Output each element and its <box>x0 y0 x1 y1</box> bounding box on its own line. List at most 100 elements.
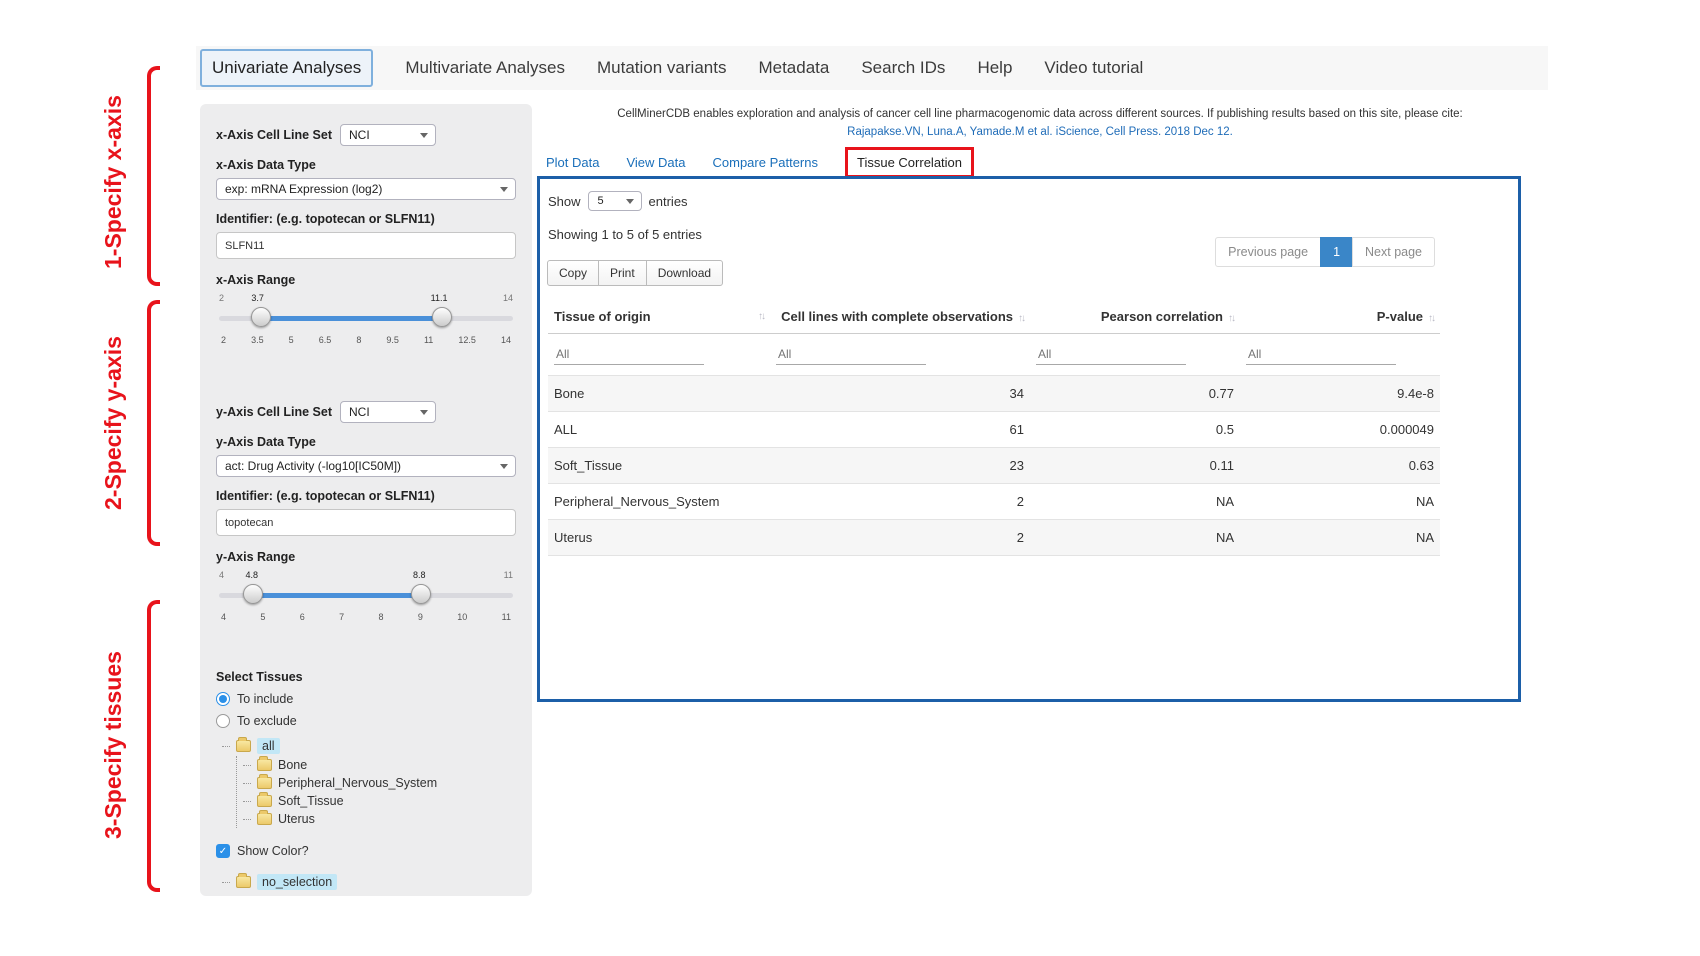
tab-view-data[interactable]: View Data <box>626 155 685 170</box>
cell-tissue: Peripheral_Nervous_System <box>548 484 770 520</box>
tab-compare-patterns[interactable]: Compare Patterns <box>713 155 819 170</box>
download-button[interactable]: Download <box>646 260 723 286</box>
x-range-ticks: 2 3.5 5 6.5 8 9.5 11 12.5 14 <box>221 335 511 345</box>
show-color-row[interactable]: Show Color? <box>216 844 516 858</box>
tree-node-peripheral-nervous-system[interactable]: Peripheral_Nervous_System <box>243 774 516 792</box>
cell-p-value: NA <box>1240 520 1440 556</box>
tree-node-no-selection[interactable]: no_selection <box>222 872 516 892</box>
sort-icon[interactable]: ↑↓ <box>758 311 764 322</box>
tick-label: 14 <box>501 335 511 345</box>
filter-pearson-input[interactable] <box>1036 344 1186 365</box>
col-header-tissue-of-origin[interactable]: Tissue of origin ↑↓ <box>548 300 770 334</box>
x-data-type-select[interactable]: exp: mRNA Expression (log2) <box>216 178 516 200</box>
y-range-handle-low[interactable] <box>243 584 263 604</box>
nav-tab-multivariate-analyses[interactable]: Multivariate Analyses <box>405 58 565 78</box>
tree-node-pns-label: Peripheral_Nervous_System <box>278 776 437 790</box>
col-header-pearson-correlation[interactable]: Pearson correlation ↑↓ <box>1030 300 1240 334</box>
table-row[interactable]: Soft_Tissue 23 0.11 0.63 <box>548 448 1440 484</box>
to-exclude-radio[interactable] <box>216 714 230 728</box>
sort-icon[interactable]: ↑↓ <box>1018 313 1024 324</box>
col-label: Tissue of origin <box>554 309 651 324</box>
cell-tissue: Bone <box>548 376 770 412</box>
col-header-cell-lines[interactable]: Cell lines with complete observations↑↓ <box>770 300 1030 334</box>
y-range-min-label: 4 <box>219 570 224 580</box>
tab-plot-data[interactable]: Plot Data <box>546 155 599 170</box>
cell-count: 2 <box>770 484 1030 520</box>
tree-node-all[interactable]: all <box>222 736 516 756</box>
slider-selected-bar[interactable] <box>253 593 421 598</box>
tick-label: 11 <box>424 335 433 345</box>
y-identifier-input[interactable] <box>216 509 516 536</box>
to-exclude-label: To exclude <box>237 714 297 728</box>
x-range-slider[interactable]: 2 14 3.7 11.1 2 3.5 5 6.5 8 9.5 11 12.5 … <box>219 293 513 355</box>
to-include-radio[interactable] <box>216 692 230 706</box>
x-identifier-input[interactable] <box>216 232 516 259</box>
nav-tab-metadata[interactable]: Metadata <box>758 58 829 78</box>
tick-label: 4 <box>221 612 226 622</box>
filter-tissue-input[interactable] <box>554 344 704 365</box>
tissue-correlation-table: Tissue of origin ↑↓ Cell lines with compl… <box>548 300 1440 556</box>
y-range-high-value: 8.8 <box>413 570 426 580</box>
x-cell-line-set-value: NCI <box>349 128 370 142</box>
annotation-step2-bracket <box>147 300 160 546</box>
sort-icon[interactable]: ↑↓ <box>1428 313 1434 324</box>
y-data-type-select[interactable]: act: Drug Activity (-log10[IC50M]) <box>216 455 516 477</box>
annotation-step3-bracket <box>147 600 160 892</box>
nav-tab-univariate-analyses[interactable]: Univariate Analyses <box>200 49 373 87</box>
tree-node-soft-tissue[interactable]: Soft_Tissue <box>243 792 516 810</box>
cell-pearson: 0.5 <box>1030 412 1240 448</box>
y-range-slider[interactable]: 4 11 4.8 8.8 4 5 6 7 8 9 10 11 <box>219 570 513 632</box>
nav-tab-video-tutorial[interactable]: Video tutorial <box>1044 58 1143 78</box>
page-1-button[interactable]: 1 <box>1320 237 1353 267</box>
filter-cell-lines-input[interactable] <box>776 344 926 365</box>
x-range-max-label: 14 <box>503 293 513 303</box>
x-cell-line-set-select[interactable]: NCI <box>340 124 436 146</box>
next-page-button[interactable]: Next page <box>1352 237 1435 267</box>
col-label: Pearson correlation <box>1101 309 1223 324</box>
chevron-down-icon <box>500 187 508 192</box>
filter-p-value-input[interactable] <box>1246 344 1396 365</box>
citation-link[interactable]: Rajapakse.VN, Luna.A, Yamade.M et al. iS… <box>540 124 1540 142</box>
table-row[interactable]: Peripheral_Nervous_System 2 NA NA <box>548 484 1440 520</box>
table-row[interactable]: Bone 34 0.77 9.4e-8 <box>548 376 1440 412</box>
exclude-radio-row[interactable]: To exclude <box>216 714 516 728</box>
tick-label: 2 <box>221 335 226 345</box>
x-range-handle-low[interactable] <box>251 307 271 327</box>
tree-node-bone[interactable]: Bone <box>243 756 516 774</box>
sort-icon[interactable]: ↑↓ <box>1228 313 1234 324</box>
folder-icon <box>236 876 251 888</box>
to-include-label: To include <box>237 692 293 706</box>
x-range-min-label: 2 <box>219 293 224 303</box>
col-header-p-value[interactable]: P-value↑↓ <box>1240 300 1440 334</box>
x-range-handle-high[interactable] <box>432 307 452 327</box>
cell-tissue: ALL <box>548 412 770 448</box>
nav-tab-mutation-variants[interactable]: Mutation variants <box>597 58 726 78</box>
table-row[interactable]: ALL 61 0.5 0.000049 <box>548 412 1440 448</box>
top-nav: Univariate Analyses Multivariate Analyse… <box>196 46 1548 90</box>
tick-label: 9 <box>418 612 423 622</box>
tree-node-no-selection-label: no_selection <box>257 874 337 890</box>
slider-selected-bar[interactable] <box>261 316 442 321</box>
tab-tissue-correlation[interactable]: Tissue Correlation <box>845 147 974 178</box>
table-row[interactable]: Uterus 2 NA NA <box>548 520 1440 556</box>
x-data-type-value: exp: mRNA Expression (log2) <box>225 182 382 196</box>
page-length-value: 5 <box>598 195 604 207</box>
cell-tissue: Uterus <box>548 520 770 556</box>
cell-tissue: Soft_Tissue <box>548 448 770 484</box>
x-data-type-label: x-Axis Data Type <box>216 158 516 172</box>
print-button[interactable]: Print <box>598 260 647 286</box>
copy-button[interactable]: Copy <box>547 260 599 286</box>
page-length-select[interactable]: 5 <box>588 191 642 211</box>
show-color-checkbox[interactable] <box>216 844 230 858</box>
tree-node-uterus[interactable]: Uterus <box>243 810 516 828</box>
tick-label: 8 <box>379 612 384 622</box>
nav-tab-search-ids[interactable]: Search IDs <box>861 58 945 78</box>
y-data-type-label: y-Axis Data Type <box>216 435 516 449</box>
y-range-handle-high[interactable] <box>411 584 431 604</box>
include-radio-row[interactable]: To include <box>216 692 516 706</box>
nav-tab-help[interactable]: Help <box>977 58 1012 78</box>
previous-page-button[interactable]: Previous page <box>1215 237 1321 267</box>
tree-node-soft-tissue-label: Soft_Tissue <box>278 794 344 808</box>
y-range-ticks: 4 5 6 7 8 9 10 11 <box>221 612 511 622</box>
y-cell-line-set-select[interactable]: NCI <box>340 401 436 423</box>
